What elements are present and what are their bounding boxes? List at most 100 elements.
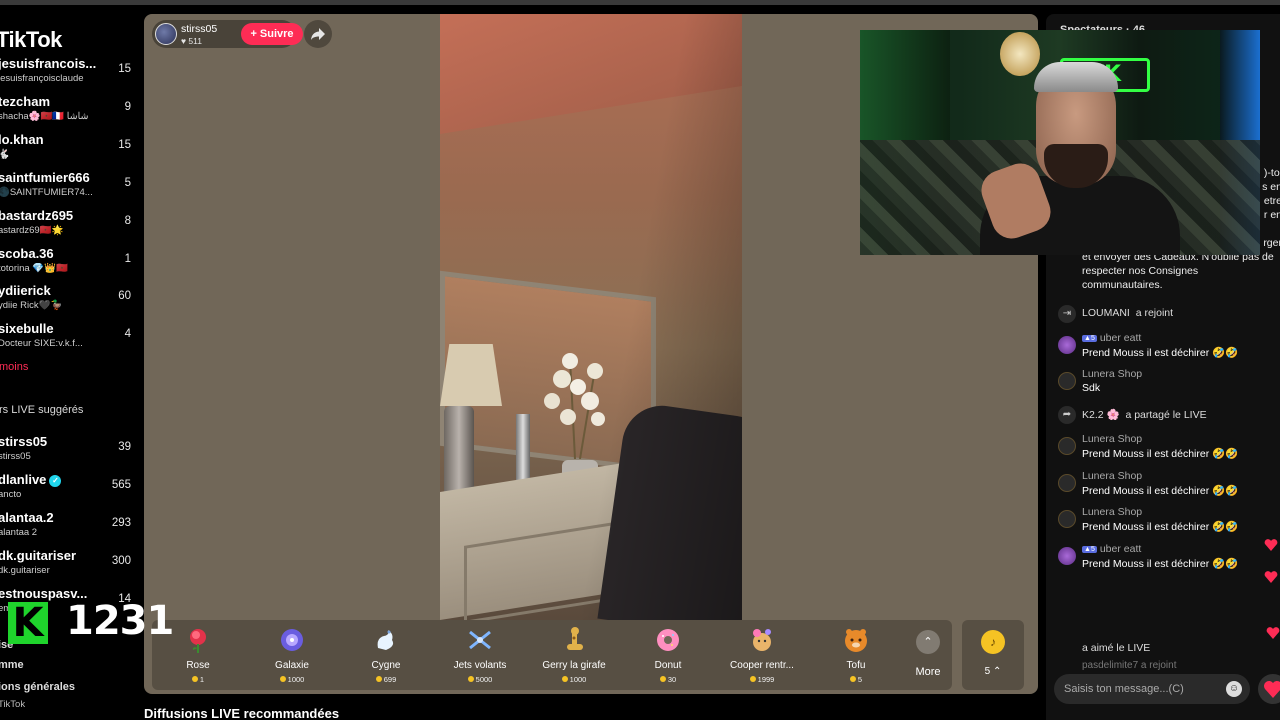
live-video[interactable]	[440, 14, 742, 620]
user-avatar[interactable]	[1058, 474, 1076, 492]
account-handle: alantaa 2	[0, 527, 38, 538]
system-user[interactable]: K2.2 🌸	[1082, 409, 1120, 421]
user-avatar[interactable]	[1058, 547, 1076, 565]
gift-price: 1000	[246, 675, 338, 684]
gift-price: 1999	[716, 675, 808, 684]
account-name: ydiierick	[0, 283, 51, 298]
gift-item[interactable]: Cygne 699	[340, 620, 432, 690]
gift-item[interactable]: Tofu 5	[810, 620, 902, 690]
gift-price-value: 1000	[287, 675, 305, 684]
user-avatar[interactable]	[1058, 510, 1076, 528]
chat-text: Prend Mouss il est déchirer 🤣🤣	[1082, 521, 1239, 533]
system-action: a partagé le LIVE	[1125, 409, 1207, 421]
gift-price-value: 1000	[569, 675, 587, 684]
liked-live-text: a aimé le LIVE	[1082, 642, 1151, 654]
tiktok-logo[interactable]: TikTok	[0, 27, 62, 53]
chat-text: Prend Mouss il est déchirer 🤣🤣	[1082, 347, 1239, 359]
account-name: stirss05	[0, 434, 48, 449]
gift-name: Jets volants	[453, 660, 507, 671]
verified-badge-icon: ✓	[49, 475, 62, 487]
chat-message: Lunera Shop Prend Mouss il est déchirer …	[1056, 433, 1276, 463]
chat-username[interactable]: Lunera Shop	[1082, 433, 1142, 445]
following-account[interactable]: scoba.36 totorina 💎👑🇲🇦 1	[0, 246, 140, 282]
kick-counter-overlay: K 1231	[0, 596, 176, 654]
following-account[interactable]: lo.khan 🐇 15	[0, 132, 140, 168]
host-name[interactable]: stirss05	[181, 23, 217, 35]
like-button[interactable]	[1258, 674, 1280, 704]
coin-icon	[467, 676, 474, 682]
chat-username[interactable]: ▲5 uber eatt	[1082, 543, 1141, 555]
host-likes-value: 511	[188, 36, 202, 46]
jets-icon	[469, 630, 491, 650]
coin-balance-button[interactable]: ♪ 5 ⌃	[962, 620, 1024, 690]
follow-button[interactable]: + Suivre	[241, 23, 303, 45]
join-icon: ⇥	[1058, 305, 1076, 323]
donut-icon	[657, 629, 679, 651]
viewer-count: 565	[111, 479, 131, 491]
user-avatar[interactable]	[1058, 437, 1076, 455]
giraffe-icon	[567, 627, 583, 650]
gift-name: Galaxie	[275, 660, 309, 671]
chat-message-input[interactable]	[1064, 680, 1214, 698]
following-account[interactable]: ydiierick ydiie Rick🖤🦆 60	[0, 283, 140, 319]
heart-icon	[1264, 681, 1280, 698]
emoji-icon[interactable]: ☺	[1226, 681, 1242, 697]
account-handle: jesuisfrançoisclaude	[0, 73, 84, 84]
host-info[interactable]: stirss05 ♥ 511 + Suivre	[152, 20, 303, 48]
user-avatar[interactable]	[1058, 336, 1076, 354]
suggested-account[interactable]: dlanlive ✓ ancto 565	[0, 472, 140, 508]
footer-link[interactable]: ions générales	[0, 681, 75, 693]
account-name: dlanlive ✓	[0, 472, 62, 487]
see-less-link[interactable]: moins	[0, 361, 28, 373]
chat-username[interactable]: Lunera Shop	[1082, 368, 1142, 380]
account-name: alantaa.2	[0, 510, 54, 525]
faded-system-message: pasdelimite7 a rejoint	[1082, 660, 1177, 671]
account-handle: stirss05	[0, 451, 31, 462]
following-account[interactable]: sixebulle Docteur SIXE:v.k.f... 4	[0, 321, 140, 357]
share-button[interactable]	[304, 20, 332, 48]
tofu-icon	[845, 629, 867, 652]
coin-icon	[279, 676, 286, 682]
viewer-count: 1	[124, 253, 131, 265]
gift-item[interactable]: Jets volants 5000	[434, 620, 526, 690]
chat-username[interactable]: Lunera Shop	[1082, 506, 1142, 518]
level-value: 5	[1090, 546, 1095, 553]
gift-price-value: 1999	[757, 675, 775, 684]
gift-item[interactable]: Cooper rentr... 1999	[716, 620, 808, 690]
coin-icon	[849, 676, 856, 682]
following-account[interactable]: bastardz695 astardz69🇲🇦🌟 8	[0, 208, 140, 244]
account-handle: astardz69🇲🇦🌟	[0, 225, 64, 236]
gift-item[interactable]: Gerry la girafe 1000	[528, 620, 620, 690]
level-badge: ▲5	[1082, 335, 1097, 342]
chat-input-box[interactable]: ☺	[1054, 674, 1250, 704]
chat-username[interactable]: ▲5 uber eatt	[1082, 332, 1141, 344]
following-account[interactable]: jesuisfrancois... jesuisfrançoisclaude 1…	[0, 56, 140, 92]
gift-item[interactable]: Donut 30	[622, 620, 714, 690]
suggested-account[interactable]: stirss05 stirss05 39	[0, 434, 140, 470]
gift-name: Gerry la girafe	[542, 660, 606, 671]
webcam-overlay: TK	[860, 30, 1260, 255]
viewer-count: 5	[124, 177, 131, 189]
viewer-count: 300	[111, 555, 131, 567]
chat-username[interactable]: Lunera Shop	[1082, 470, 1142, 482]
user-avatar[interactable]	[1058, 372, 1076, 390]
footer-link[interactable]: mme	[0, 659, 24, 671]
system-user[interactable]: LOUMANI	[1082, 307, 1130, 319]
host-avatar[interactable]	[155, 23, 177, 45]
more-gifts-button[interactable]: ⌃ More	[904, 620, 952, 690]
gift-item[interactable]: Galaxie 1000	[246, 620, 338, 690]
level-value: 5	[1090, 335, 1095, 342]
suggested-account[interactable]: dk.guitariser dk.guitariser 300	[0, 548, 140, 584]
account-name-text: dlanlive	[0, 472, 47, 487]
cooper-icon	[753, 629, 771, 651]
account-handle: ydiie Rick🖤🦆	[0, 300, 63, 311]
gift-price: 5000	[434, 675, 526, 684]
following-account[interactable]: saintfumier666 🌑SAINTFUMIER74... 5	[0, 170, 140, 206]
following-account[interactable]: tezcham shacha🌸🇲🇦🇫🇷 شاشا 9	[0, 94, 140, 130]
gift-price: 5	[810, 675, 902, 684]
suggested-account[interactable]: alantaa.2 alantaa 2 293	[0, 510, 140, 546]
account-name: tezcham	[0, 94, 51, 109]
account-name: saintfumier666	[0, 170, 90, 185]
more-label: More	[915, 666, 941, 678]
video-shading	[440, 14, 742, 620]
